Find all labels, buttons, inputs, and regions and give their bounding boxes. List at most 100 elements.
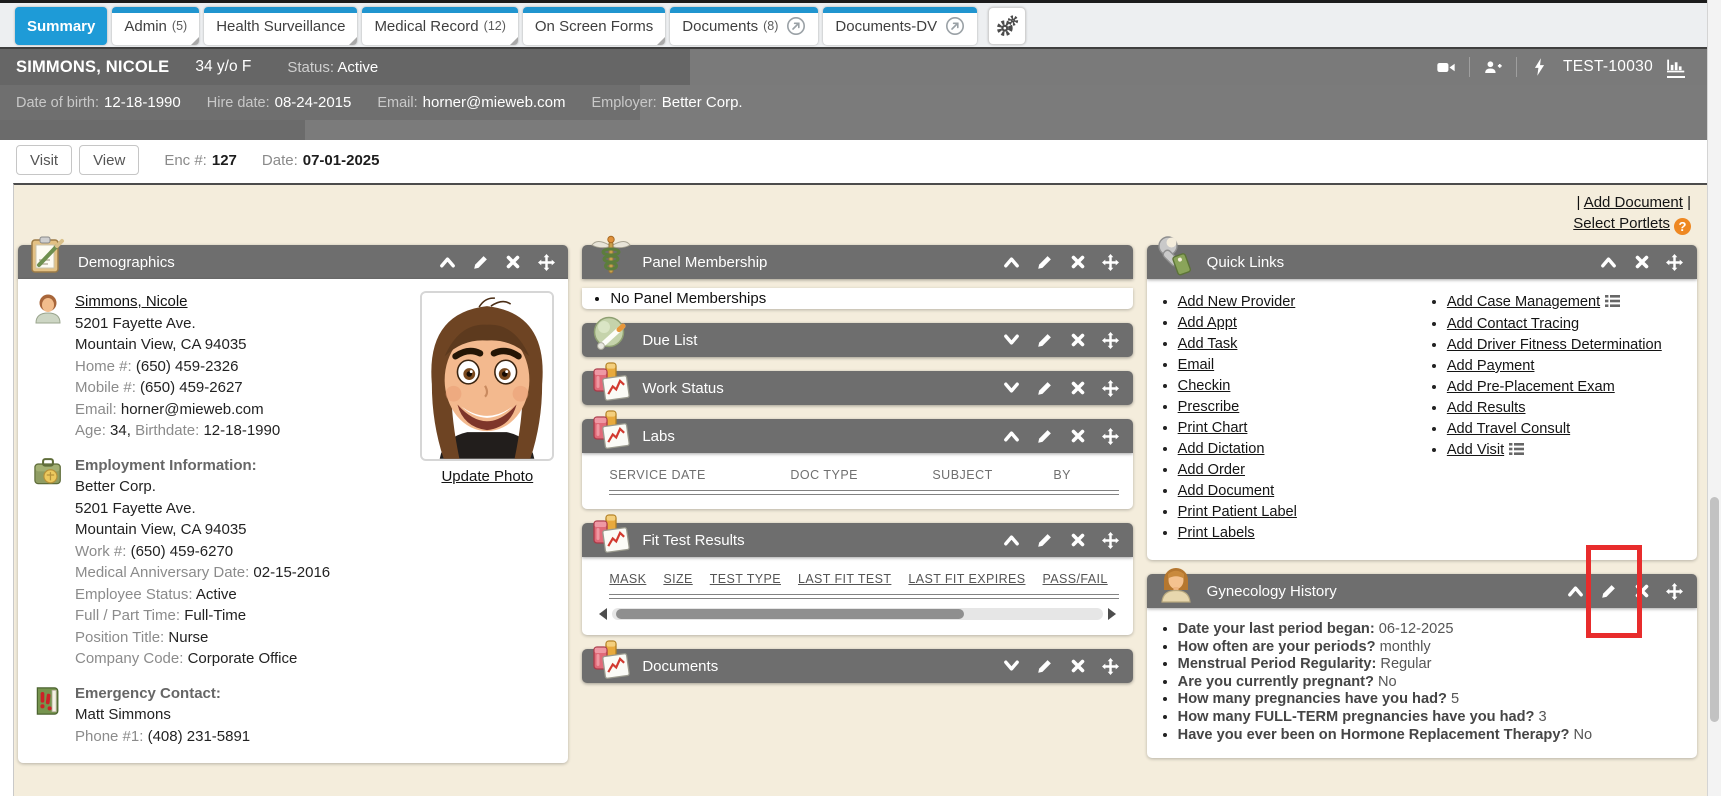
quick-action-bolt-icon[interactable] xyxy=(1531,58,1549,76)
scrollbar-track[interactable] xyxy=(612,608,1102,620)
scrollbar-thumb[interactable] xyxy=(616,609,964,619)
quick-link[interactable]: Add Pre-Placement Exam xyxy=(1447,377,1689,398)
sortable-column-header[interactable]: SIZE xyxy=(663,572,692,586)
edit-icon[interactable] xyxy=(1600,582,1618,600)
collapse-icon[interactable] xyxy=(1567,582,1585,600)
move-icon[interactable] xyxy=(1666,582,1684,600)
quick-link[interactable]: Add Dictation xyxy=(1178,439,1420,460)
quick-link[interactable]: Add Case Management xyxy=(1447,292,1689,314)
collapse-icon[interactable] xyxy=(1003,253,1021,271)
edit-icon[interactable] xyxy=(1036,253,1054,271)
tab[interactable]: On Screen Forms xyxy=(523,7,665,45)
employment-line: Position Title: Nurse xyxy=(75,627,330,649)
close-icon[interactable] xyxy=(1633,253,1651,271)
collapse-icon[interactable] xyxy=(1600,253,1618,271)
quick-link[interactable]: Print Chart xyxy=(1178,418,1420,439)
edit-icon[interactable] xyxy=(1036,427,1054,445)
expand-icon[interactable] xyxy=(1003,331,1021,349)
move-icon[interactable] xyxy=(537,253,555,271)
move-icon[interactable] xyxy=(1102,657,1120,675)
quick-link[interactable]: Checkin xyxy=(1178,376,1420,397)
quick-link[interactable]: Add Travel Consult xyxy=(1447,419,1689,440)
quick-link[interactable]: Add Appt xyxy=(1178,313,1420,334)
sortable-column-header[interactable]: LAST FIT TEST xyxy=(798,572,891,586)
expand-icon[interactable] xyxy=(1003,379,1021,397)
portlet-header[interactable]: Panel Membership xyxy=(582,245,1132,279)
portlet-header[interactable]: Documents xyxy=(582,649,1132,683)
quick-link[interactable]: Add Payment xyxy=(1447,356,1689,377)
select-portlets-link[interactable]: Select Portlets xyxy=(1573,215,1670,232)
visit-button[interactable]: Visit xyxy=(16,145,72,175)
view-button[interactable]: View xyxy=(79,145,139,175)
flowsheet-chart-icon[interactable] xyxy=(1667,57,1685,78)
portlet-header[interactable]: Due List xyxy=(582,323,1132,357)
tab[interactable]: Documents (8) xyxy=(670,7,818,45)
settings-gear-button[interactable] xyxy=(988,7,1026,45)
close-icon[interactable] xyxy=(504,253,522,271)
close-icon[interactable] xyxy=(1069,379,1087,397)
close-icon[interactable] xyxy=(1069,331,1087,349)
open-in-new-icon[interactable] xyxy=(786,16,806,36)
edit-icon[interactable] xyxy=(1036,657,1054,675)
close-icon[interactable] xyxy=(1633,582,1651,600)
move-icon[interactable] xyxy=(1666,253,1684,271)
portlet-header[interactable]: Fit Test Results xyxy=(582,523,1132,557)
move-icon[interactable] xyxy=(1102,331,1120,349)
portlet-header[interactable]: Labs xyxy=(582,419,1132,453)
close-icon[interactable] xyxy=(1069,657,1087,675)
tab[interactable]: Summary xyxy=(15,7,107,45)
move-icon[interactable] xyxy=(1102,253,1120,271)
add-patient-icon[interactable] xyxy=(1484,58,1502,76)
quick-link[interactable]: Add Contact Tracing xyxy=(1447,314,1689,335)
quick-link[interactable]: Add Order xyxy=(1178,460,1420,481)
move-icon[interactable] xyxy=(1102,427,1120,445)
move-icon[interactable] xyxy=(1102,531,1120,549)
edit-icon[interactable] xyxy=(471,253,489,271)
quick-link[interactable]: Add Visit xyxy=(1447,440,1689,462)
sortable-column-header[interactable]: PASS/FAIL xyxy=(1042,572,1107,586)
edit-icon[interactable] xyxy=(1036,331,1054,349)
scroll-right-arrow[interactable] xyxy=(1108,608,1116,620)
vertical-scrollbar[interactable] xyxy=(1707,0,1721,796)
add-document-link[interactable]: Add Document xyxy=(1584,194,1683,211)
quick-link[interactable]: Add Task xyxy=(1178,334,1420,355)
close-icon[interactable] xyxy=(1069,427,1087,445)
edit-icon[interactable] xyxy=(1036,531,1054,549)
quick-link[interactable]: Print Patient Label xyxy=(1178,502,1420,523)
tab[interactable]: Medical Record (12) xyxy=(362,7,517,45)
sortable-column-header[interactable]: MASK xyxy=(609,572,646,586)
update-photo-link[interactable]: Update Photo xyxy=(441,468,533,485)
portlet-header[interactable]: Gynecology History xyxy=(1147,574,1697,608)
move-icon[interactable] xyxy=(1102,379,1120,397)
collapse-icon[interactable] xyxy=(1003,531,1021,549)
horizontal-scrollbar[interactable] xyxy=(599,607,1115,621)
patient-photo xyxy=(420,291,554,461)
open-in-new-icon[interactable] xyxy=(945,16,965,36)
close-icon[interactable] xyxy=(1069,531,1087,549)
portlet-header[interactable]: Work Status xyxy=(582,371,1132,405)
expand-icon[interactable] xyxy=(1003,657,1021,675)
tab[interactable]: Documents-DV xyxy=(823,7,977,45)
quick-link[interactable]: Add New Provider xyxy=(1178,292,1420,313)
help-icon[interactable]: ? xyxy=(1674,218,1691,235)
sortable-column-header[interactable]: LAST FIT EXPIRES xyxy=(908,572,1025,586)
quick-link[interactable]: Add Document xyxy=(1178,481,1420,502)
quick-link[interactable]: Prescribe xyxy=(1178,397,1420,418)
collapse-icon[interactable] xyxy=(438,253,456,271)
edit-icon[interactable] xyxy=(1036,379,1054,397)
scrollbar-thumb[interactable] xyxy=(1710,497,1719,722)
portlet-header[interactable]: Demographics xyxy=(18,245,568,279)
quick-link[interactable]: Add Driver Fitness Determination xyxy=(1447,335,1689,356)
quick-link[interactable]: Email xyxy=(1178,355,1420,376)
quick-link[interactable]: Add Results xyxy=(1447,398,1689,419)
portlet-header[interactable]: Quick Links xyxy=(1147,245,1697,279)
scroll-left-arrow[interactable] xyxy=(599,608,607,620)
close-icon[interactable] xyxy=(1069,253,1087,271)
quick-link[interactable]: Print Labels xyxy=(1178,523,1420,544)
tab[interactable]: Health Surveillance xyxy=(204,7,357,45)
collapse-icon[interactable] xyxy=(1003,427,1021,445)
video-call-icon[interactable] xyxy=(1437,58,1455,76)
sortable-column-header[interactable]: TEST TYPE xyxy=(710,572,781,586)
patient-name-link[interactable]: Simmons, Nicole xyxy=(75,293,188,310)
tab[interactable]: Admin (5) xyxy=(112,7,199,45)
